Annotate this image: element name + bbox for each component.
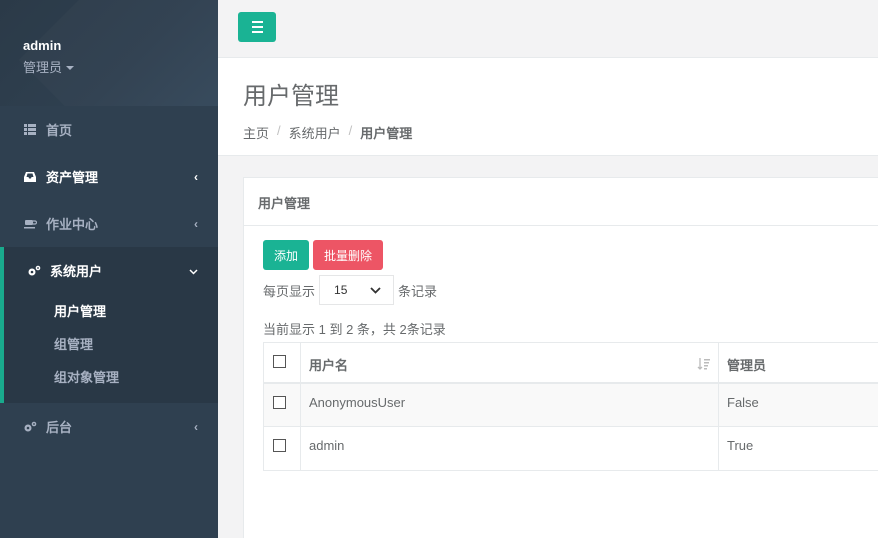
sidebar-item-label: 作业中心 [46, 217, 99, 232]
chevron-down-icon [189, 264, 198, 278]
breadcrumb: 主页 / 系统用户 / 用户管理 [243, 123, 878, 142]
sidebar-item-system-users[interactable]: 系统用户 [0, 247, 218, 294]
table-icon [23, 123, 37, 137]
cell-is-admin: True [718, 426, 878, 471]
toggle-sidebar-button[interactable] [238, 12, 276, 42]
profile-role-dropdown[interactable]: 管理员 [23, 57, 218, 76]
bars-icon-line [251, 26, 263, 28]
chevron-left-icon: ‹ [194, 216, 198, 231]
sidebar-item-assets[interactable]: 资产管理 ‹ [0, 153, 218, 200]
add-user-button[interactable]: 添加 [263, 240, 309, 270]
bars-icon [251, 21, 263, 23]
sidebar-item-jobs[interactable]: 作业中心 ‹ [0, 200, 218, 247]
caret-down-icon [66, 65, 75, 70]
top-navbar [218, 0, 878, 58]
inbox-icon [23, 170, 37, 184]
select-all-cell [263, 342, 301, 384]
bars-icon-line [251, 31, 263, 33]
chevron-left-icon: ‹ [194, 419, 198, 434]
sidebar-item-admin[interactable]: 后台 ‹ [0, 403, 218, 450]
breadcrumb-current: 用户管理 [360, 126, 413, 141]
per-page-prefix: 每页显示 [263, 283, 316, 299]
sidebar-item-label: 首页 [46, 123, 73, 138]
table-row[interactable]: admin True [263, 426, 878, 471]
row-checkbox-cell [263, 426, 301, 471]
users-table: 用户名 管理员 AnonymousUser False admin True [263, 342, 878, 471]
gears-icon [27, 264, 41, 278]
column-header-admin[interactable]: 管理员 [718, 342, 878, 384]
page-heading: 用户管理 主页 / 系统用户 / 用户管理 [218, 58, 878, 156]
sidebar-subitem-group-object-management[interactable]: 组对象管理 [4, 360, 218, 393]
bulk-delete-button[interactable]: 批量删除 [313, 240, 383, 270]
breadcrumb-home-link[interactable]: 主页 [243, 123, 269, 142]
sidebar-subitem-user-management[interactable]: 用户管理 [4, 294, 218, 327]
cell-username[interactable]: AnonymousUser [300, 382, 719, 427]
sidebar-subitem-group-management[interactable]: 组管理 [4, 327, 218, 360]
row-checkbox[interactable] [273, 395, 286, 409]
sidebar-item-label: 后台 [46, 420, 73, 435]
page-length-value: 15 [334, 283, 348, 297]
submenu-system-users: 用户管理 组管理 组对象管理 [0, 294, 218, 403]
table-header-row: 用户名 管理员 [263, 342, 878, 384]
chevron-down-icon [370, 286, 381, 294]
row-checkbox-cell [263, 382, 301, 427]
select-all-checkbox[interactable] [273, 355, 286, 368]
profile-role-label: 管理员 [23, 60, 63, 75]
per-page-suffix: 条记录 [398, 283, 438, 299]
breadcrumb-separator: / [277, 123, 281, 138]
profile-name: admin [23, 38, 62, 53]
breadcrumb-system-users-link[interactable]: 系统用户 [289, 123, 341, 142]
cell-is-admin: False [718, 382, 878, 427]
page-title: 用户管理 [243, 83, 339, 110]
sidebar-item-home[interactable]: 首页 [0, 106, 218, 153]
table-row[interactable]: AnonymousUser False [263, 382, 878, 427]
chevron-left-icon: ‹ [194, 169, 198, 184]
row-checkbox[interactable] [273, 439, 286, 452]
column-header-label: 用户名 [309, 358, 349, 373]
page-length-control: 每页显示 15 条记录 [263, 275, 437, 305]
panel-title: 用户管理 [244, 178, 878, 226]
sidebar: admin 管理员 首页 资产管理 ‹ 作业中心 ‹ 系统用户 用户管理 组管理… [0, 0, 218, 538]
table-info: 当前显示 1 到 2 条，共 2条记录 [263, 322, 446, 337]
gears-icon [23, 420, 37, 434]
breadcrumb-separator: / [348, 123, 353, 138]
sort-icon [697, 357, 710, 373]
sidebar-item-label: 资产管理 [46, 170, 99, 185]
page-length-select[interactable]: 15 [319, 275, 395, 305]
user-management-panel: 用户管理 添加 批量删除 每页显示 15 条记录 当前显示 1 到 2 条，共 … [243, 177, 878, 538]
column-header-username[interactable]: 用户名 [300, 342, 719, 384]
sidebar-item-label: 系统用户 [50, 264, 103, 279]
cell-username[interactable]: admin [300, 426, 719, 471]
profile-header: admin 管理员 [0, 0, 218, 106]
coffee-icon [23, 217, 37, 231]
